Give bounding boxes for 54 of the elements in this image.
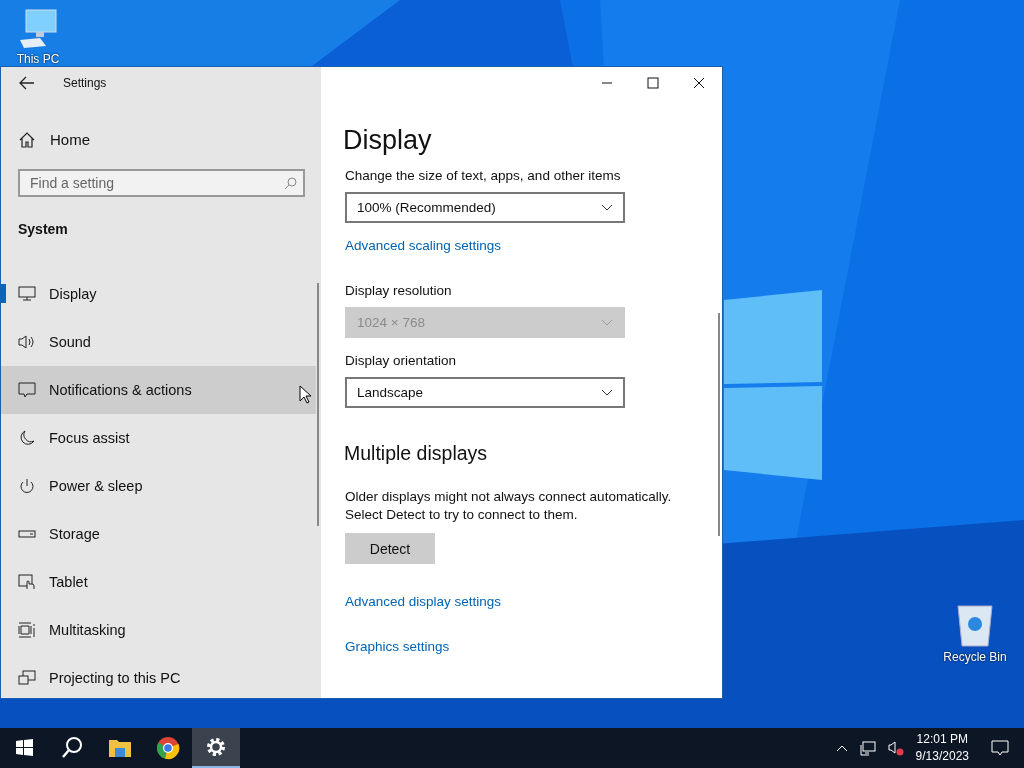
projector-icon bbox=[18, 670, 36, 686]
chevron-down-icon bbox=[601, 319, 613, 326]
dropdown[interactable]: Landscape bbox=[345, 377, 625, 408]
detect-button[interactable]: Detect bbox=[345, 533, 435, 564]
chevron-up-icon[interactable] bbox=[835, 744, 848, 752]
desktop-icon-label[interactable]: This PC bbox=[16, 52, 60, 66]
sidebar-item[interactable]: Power & sleep bbox=[1, 462, 316, 510]
monitor-icon bbox=[18, 286, 36, 302]
home-link[interactable]: Home bbox=[50, 131, 90, 148]
section-heading: System bbox=[17, 220, 69, 237]
description-text: Older displays might not always connect automatically. Select Detect to try to connect to them. bbox=[345, 488, 673, 524]
sidebar-item[interactable]: Projecting to this PC bbox=[1, 654, 316, 702]
notification-icon[interactable] bbox=[991, 739, 1009, 757]
gear-icon[interactable] bbox=[192, 728, 240, 768]
moon-icon bbox=[18, 430, 36, 446]
mouse-pointer-icon bbox=[299, 385, 311, 404]
clock-date[interactable]: 9/13/2023 bbox=[915, 748, 969, 765]
sidebar-item[interactable]: Focus assist bbox=[1, 414, 316, 462]
settings-link[interactable]: Advanced scaling settings bbox=[345, 238, 502, 253]
sidebar-item[interactable]: Multitasking bbox=[1, 606, 316, 654]
sidebar-item[interactable]: Sound bbox=[1, 318, 316, 366]
close-icon[interactable] bbox=[693, 77, 705, 89]
page-title: Display bbox=[343, 125, 433, 156]
maximize-icon[interactable] bbox=[647, 77, 659, 89]
scrollbar[interactable] bbox=[317, 283, 319, 526]
setting-label: Display resolution bbox=[345, 283, 453, 298]
network-icon[interactable] bbox=[859, 740, 876, 756]
chevron-down-icon bbox=[601, 389, 613, 396]
setting-label: Change the size of text, apps, and other items bbox=[345, 168, 622, 183]
dropdown[interactable]: 100% (Recommended) bbox=[345, 192, 625, 223]
power-icon bbox=[18, 478, 36, 494]
window-title: Settings bbox=[63, 76, 107, 90]
search-field[interactable]: Find a setting bbox=[18, 169, 305, 197]
sidebar-item[interactable]: Tablet bbox=[1, 558, 316, 606]
clock-time[interactable]: 12:01 PM bbox=[916, 731, 968, 748]
speaker-muted-icon[interactable] bbox=[887, 740, 904, 756]
sidebar-item[interactable]: Display bbox=[1, 270, 316, 318]
message-icon bbox=[18, 382, 36, 398]
section-heading: Multiple displays bbox=[344, 442, 489, 465]
tablet-icon bbox=[18, 574, 36, 590]
sidebar-item[interactable]: Notifications & actions bbox=[1, 366, 316, 414]
home-icon[interactable] bbox=[19, 131, 35, 148]
recycle-bin-icon[interactable] bbox=[955, 602, 995, 648]
search-icon bbox=[284, 177, 297, 190]
back-arrow-icon[interactable] bbox=[19, 76, 35, 90]
desktop-icon-label[interactable]: Recycle Bin bbox=[943, 650, 1007, 664]
chevron-down-icon bbox=[601, 204, 613, 211]
multitask-icon bbox=[18, 622, 36, 638]
sidebar-item[interactable]: Storage bbox=[1, 510, 316, 558]
speaker-icon bbox=[18, 334, 36, 350]
setting-label: Display orientation bbox=[345, 353, 458, 368]
settings-link[interactable]: Advanced display settings bbox=[345, 594, 502, 609]
scrollbar[interactable] bbox=[718, 313, 720, 536]
settings-link[interactable]: Graphics settings bbox=[345, 639, 450, 654]
